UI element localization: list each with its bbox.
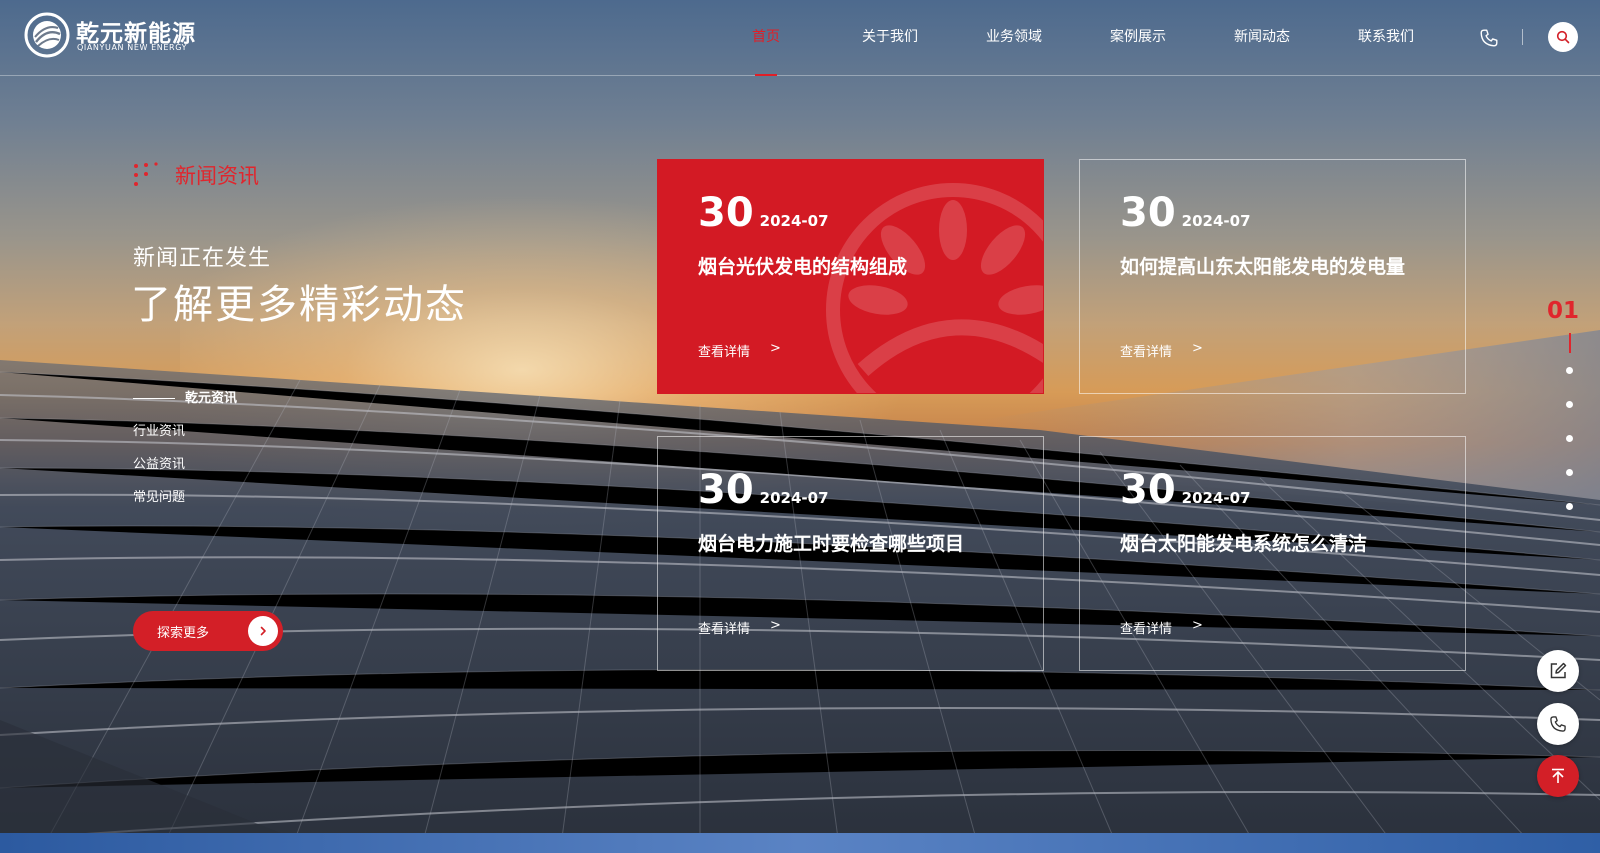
- news-day: 30: [1120, 190, 1176, 236]
- header-divider: [1522, 29, 1523, 45]
- news-detail-label: 查看详情: [698, 622, 751, 637]
- category-label: 公益资讯: [133, 456, 186, 472]
- category-label: 乾元资讯: [185, 390, 238, 406]
- main-nav: 首页 关于我们 业务领域 案例展示 新闻动态 联系我们: [704, 0, 1448, 76]
- edit-icon: [1550, 662, 1567, 679]
- nav-item-home[interactable]: 首页: [704, 0, 828, 76]
- news-card[interactable]: 30 2024-07 如何提高山东太阳能发电的发电量 查看详情 >: [1079, 159, 1466, 394]
- category-item-faq[interactable]: 常见问题: [133, 481, 237, 514]
- news-date: 30 2024-07: [698, 467, 829, 513]
- news-date: 30 2024-07: [1120, 190, 1251, 236]
- arrow-right-icon: >: [770, 618, 781, 633]
- news-detail-link[interactable]: 查看详情 >: [1120, 341, 1203, 360]
- nav-item-news[interactable]: 新闻动态: [1200, 0, 1324, 75]
- phone-icon[interactable]: [1478, 27, 1500, 49]
- pager-active-bar: [1569, 333, 1571, 353]
- brand-logo[interactable]: 乾元新能源 QIANYUAN NEW ENERGY: [24, 12, 204, 62]
- solar-panel-field: [0, 330, 1600, 853]
- back-to-top-icon: [1552, 768, 1564, 783]
- arrow-right-icon: >: [1192, 618, 1203, 633]
- news-detail-link[interactable]: 查看详情 >: [698, 618, 781, 637]
- explore-arrow: [248, 616, 278, 646]
- category-label: 常见问题: [133, 489, 186, 505]
- news-detail-label: 查看详情: [1120, 345, 1173, 360]
- nav-item-contact[interactable]: 联系我们: [1324, 0, 1448, 75]
- news-title[interactable]: 如何提高山东太阳能发电的发电量: [1120, 252, 1405, 279]
- feedback-button[interactable]: [1537, 650, 1579, 692]
- phone-icon: [1550, 716, 1566, 732]
- arrow-right-icon: >: [1192, 341, 1203, 356]
- dots-icon: [134, 162, 158, 186]
- pager-dot[interactable]: [1566, 469, 1573, 476]
- news-day: 30: [698, 190, 754, 236]
- news-year-month: 2024-07: [759, 212, 829, 230]
- nav-item-business[interactable]: 业务领域: [952, 0, 1076, 75]
- news-detail-label: 查看详情: [698, 345, 751, 360]
- nav-item-cases[interactable]: 案例展示: [1076, 0, 1200, 75]
- chevron-right-icon: [260, 626, 266, 636]
- news-year-month: 2024-07: [1181, 489, 1251, 507]
- arrow-right-icon: >: [770, 341, 781, 356]
- pager-dot[interactable]: [1566, 401, 1573, 408]
- explore-more-button[interactable]: 探索更多: [133, 611, 283, 651]
- category-label: 行业资讯: [133, 423, 186, 439]
- hero-background: [0, 0, 1600, 853]
- section-label: 新闻资讯: [133, 160, 259, 190]
- news-detail-link[interactable]: 查看详情 >: [1120, 618, 1203, 637]
- news-title[interactable]: 烟台光伏发电的结构组成: [698, 252, 907, 279]
- contact-phone-button[interactable]: [1537, 703, 1579, 745]
- next-section-strip: [0, 833, 1600, 853]
- decorative-emblem-icon: [826, 183, 1043, 393]
- news-date: 30 2024-07: [1120, 467, 1251, 513]
- news-year-month: 2024-07: [1181, 212, 1251, 230]
- category-item-company[interactable]: 乾元资讯: [133, 382, 237, 415]
- explore-more-label: 探索更多: [157, 625, 210, 641]
- section-subheading: 新闻正在发生: [133, 246, 272, 271]
- nav-item-about[interactable]: 关于我们: [828, 0, 952, 75]
- news-title[interactable]: 烟台太阳能发电系统怎么清洁: [1120, 529, 1367, 556]
- category-item-industry[interactable]: 行业资讯: [133, 415, 237, 448]
- site-header: 乾元新能源 QIANYUAN NEW ENERGY 首页 关于我们 业务领域 案…: [0, 0, 1600, 76]
- section-heading: 了解更多精彩动态: [131, 282, 467, 328]
- pager-dot[interactable]: [1566, 367, 1573, 374]
- active-indicator-line: [133, 398, 175, 399]
- pager-dot[interactable]: [1566, 435, 1573, 442]
- search-button[interactable]: [1548, 22, 1578, 52]
- news-card[interactable]: 30 2024-07 烟台电力施工时要检查哪些项目 查看详情 >: [657, 436, 1044, 671]
- news-title[interactable]: 烟台电力施工时要检查哪些项目: [698, 529, 964, 556]
- news-year-month: 2024-07: [759, 489, 829, 507]
- news-detail-label: 查看详情: [1120, 622, 1173, 637]
- back-to-top-button[interactable]: [1537, 755, 1579, 797]
- brand-name-en: QIANYUAN NEW ENERGY: [77, 43, 188, 52]
- news-day: 30: [698, 467, 754, 513]
- section-title: 新闻资讯: [175, 164, 259, 188]
- news-date: 30 2024-07: [698, 190, 829, 236]
- logo-emblem-icon: [24, 12, 70, 58]
- news-detail-link[interactable]: 查看详情 >: [698, 341, 781, 360]
- news-day: 30: [1120, 467, 1176, 513]
- news-card-featured[interactable]: 30 2024-07 烟台光伏发电的结构组成 查看详情 >: [657, 159, 1044, 394]
- news-card[interactable]: 30 2024-07 烟台太阳能发电系统怎么清洁 查看详情 >: [1079, 436, 1466, 671]
- pager-dot[interactable]: [1566, 503, 1573, 510]
- pager-current-number: 01: [1547, 298, 1580, 324]
- news-category-list: 乾元资讯 行业资讯 公益资讯 常见问题: [133, 382, 237, 514]
- search-icon: [1556, 30, 1570, 44]
- category-item-charity[interactable]: 公益资讯: [133, 448, 237, 481]
